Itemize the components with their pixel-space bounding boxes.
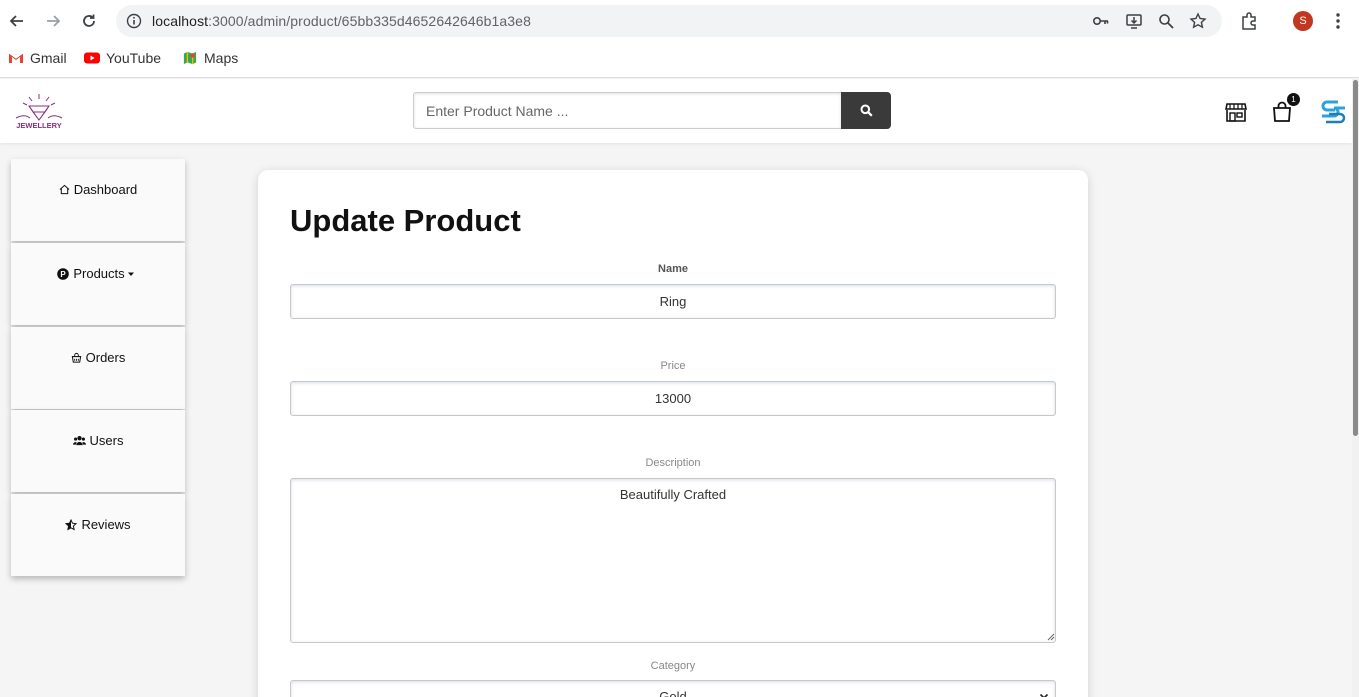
reload-icon[interactable] xyxy=(77,9,101,33)
brand-logo-icon[interactable] xyxy=(1318,96,1348,126)
search-icon xyxy=(860,104,873,117)
product-search xyxy=(413,92,891,129)
description-field[interactable]: Beautifully Crafted xyxy=(290,478,1056,643)
search-button[interactable] xyxy=(841,92,891,129)
home-icon xyxy=(59,184,70,195)
extensions-icon[interactable] xyxy=(1239,11,1259,31)
maps-icon xyxy=(183,51,197,65)
users-icon xyxy=(72,436,86,446)
basket-icon xyxy=(71,352,81,363)
svg-text:JEWELLERY: JEWELLERY xyxy=(16,121,62,130)
page-title: Update Product xyxy=(290,203,521,238)
price-label: Price xyxy=(660,360,686,372)
category-label: Category xyxy=(650,660,696,672)
bookmark-maps[interactable]: Maps xyxy=(182,50,238,66)
chevron-down-icon xyxy=(1039,693,1049,697)
scrollbar-thumb[interactable] xyxy=(1353,80,1358,436)
password-key-icon[interactable] xyxy=(1092,12,1110,30)
sidebar-item-dashboard[interactable]: Dashboard xyxy=(11,159,185,241)
sidebar-item-users[interactable]: Users xyxy=(11,410,185,492)
profile-avatar[interactable]: S xyxy=(1293,11,1313,31)
bookmark-star-icon[interactable] xyxy=(1189,12,1207,30)
store-icon[interactable] xyxy=(1224,100,1248,124)
price-field[interactable] xyxy=(290,381,1056,416)
resize-grip-icon[interactable] xyxy=(1046,632,1055,641)
svg-text:P: P xyxy=(61,269,67,278)
name-field[interactable] xyxy=(290,284,1056,319)
address-bar[interactable]: localhost:3000/admin/product/65bb335d465… xyxy=(116,5,1222,37)
forward-icon[interactable] xyxy=(41,9,65,33)
sidebar-item-orders[interactable]: Orders xyxy=(11,327,185,409)
product-p-icon: P xyxy=(57,267,70,280)
bookmark-youtube[interactable]: YouTube xyxy=(84,50,161,66)
sidebar-item-products[interactable]: P Products xyxy=(11,243,185,325)
site-info-icon[interactable] xyxy=(126,13,142,29)
back-icon[interactable] xyxy=(5,9,29,33)
url-text[interactable]: localhost:3000/admin/product/65bb335d465… xyxy=(152,13,531,29)
sidebar-item-reviews[interactable]: Reviews xyxy=(11,494,185,576)
search-input[interactable] xyxy=(413,92,842,129)
bookmarks-bar: Gmail YouTube Maps xyxy=(0,42,1359,78)
name-label: Name xyxy=(658,263,688,275)
jewellery-logo[interactable]: JEWELLERY xyxy=(12,92,66,130)
browser-menu-icon[interactable] xyxy=(1330,11,1346,31)
zoom-icon[interactable] xyxy=(1157,12,1175,30)
category-select[interactable]: Gold xyxy=(290,680,1056,697)
gmail-icon xyxy=(8,53,24,63)
bookmark-gmail[interactable]: Gmail xyxy=(8,50,67,66)
browser-toolbar: localhost:3000/admin/product/65bb335d465… xyxy=(0,0,1359,42)
youtube-icon xyxy=(84,52,100,64)
description-label: Description xyxy=(645,457,701,469)
category-selected-value: Gold xyxy=(659,689,687,697)
install-app-icon[interactable] xyxy=(1125,12,1143,30)
caret-down-icon xyxy=(127,272,134,276)
star-half-icon xyxy=(65,518,78,530)
update-product-card: Update Product Name Price Description Be… xyxy=(258,170,1088,697)
app-header: JEWELLERY xyxy=(0,79,1352,143)
cart-count-badge: 1 xyxy=(1287,93,1300,106)
